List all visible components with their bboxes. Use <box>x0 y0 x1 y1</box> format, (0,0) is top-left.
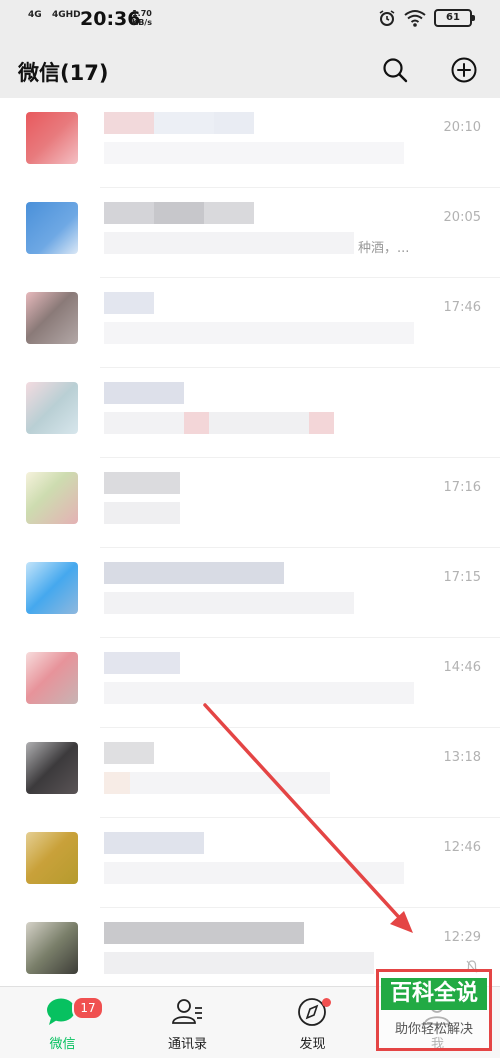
status-bar: 4G 4GHD 20:36 1.70 KB/s 61 <box>0 0 500 40</box>
chat-name-blurred <box>104 922 304 944</box>
network-speed-value: 1.70 <box>132 9 152 18</box>
avatar <box>26 832 78 884</box>
chat-time: 17:46 <box>443 300 481 315</box>
network-speed-unit: KB/s <box>132 18 152 27</box>
watermark-logo: 百科全说 助你轻松解决 <box>376 969 492 1051</box>
chat-preview-blurred <box>104 682 414 704</box>
tab-chats[interactable]: 17 微信 <box>0 987 125 1058</box>
page-title: 微信(17) <box>18 61 109 85</box>
chat-time: 14:46 <box>443 660 481 675</box>
battery-indicator: 61 <box>434 9 475 27</box>
tab-discover[interactable]: 发现 <box>250 987 375 1058</box>
avatar <box>26 562 78 614</box>
avatar <box>26 202 78 254</box>
chat-preview-blurred <box>104 502 414 524</box>
search-icon[interactable] <box>382 57 408 83</box>
chat-list: 20:10 种酒，... 20:05 17:46 17:16 17:15 14:… <box>0 98 500 998</box>
chat-preview-blurred <box>104 952 414 974</box>
chat-preview-blurred <box>104 142 414 164</box>
chat-name-blurred <box>104 202 304 224</box>
chat-preview-blurred <box>104 862 414 884</box>
chat-row[interactable]: 种酒，... 20:05 <box>0 188 500 278</box>
chat-name-blurred <box>104 472 304 494</box>
chat-row[interactable] <box>0 368 500 458</box>
chat-row[interactable]: 12:46 <box>0 818 500 908</box>
chat-name-blurred <box>104 652 304 674</box>
tab-label: 发现 <box>299 1037 326 1052</box>
app-header: 微信(17) <box>0 40 500 98</box>
tab-contacts[interactable]: 通讯录 <box>125 987 250 1058</box>
chat-time: 12:46 <box>443 840 481 855</box>
chat-time: 20:05 <box>443 210 481 225</box>
signal-indicator-1: 4G <box>28 10 42 20</box>
avatar <box>26 112 78 164</box>
chat-time: 17:16 <box>443 480 481 495</box>
chat-preview-blurred <box>104 772 414 794</box>
chat-time: 20:10 <box>443 120 481 135</box>
plus-circle-icon[interactable] <box>451 57 477 83</box>
chat-preview-blurred <box>104 592 414 614</box>
unread-badge: 17 <box>72 996 104 1020</box>
chat-name-blurred <box>104 562 304 584</box>
chat-row[interactable]: 17:46 <box>0 278 500 368</box>
status-right: 61 <box>378 9 475 27</box>
signal-indicator-2: 4GHD <box>52 10 81 20</box>
tab-label: 通讯录 <box>167 1037 207 1052</box>
chat-preview-blurred <box>104 412 414 434</box>
chat-name-blurred <box>104 832 304 854</box>
avatar <box>26 742 78 794</box>
avatar <box>26 922 78 974</box>
chat-name-blurred <box>104 382 304 404</box>
watermark-title: 百科全说 <box>381 978 487 1010</box>
network-speed: 1.70 KB/s <box>132 9 152 27</box>
chat-name-blurred <box>104 112 304 134</box>
chat-row[interactable]: 17:16 <box>0 458 500 548</box>
chat-row[interactable]: 13:18 <box>0 728 500 818</box>
wifi-icon <box>404 10 426 27</box>
avatar <box>26 472 78 524</box>
chat-time: 17:15 <box>443 570 481 585</box>
contacts-icon <box>172 999 202 1024</box>
alarm-icon <box>379 10 395 26</box>
tab-label: 微信 <box>49 1037 76 1052</box>
chat-preview-blurred <box>104 322 414 344</box>
chat-row[interactable]: 17:15 <box>0 548 500 638</box>
chat-time: 13:18 <box>443 750 481 765</box>
avatar <box>26 292 78 344</box>
avatar <box>26 652 78 704</box>
chat-row[interactable]: 20:10 <box>0 98 500 188</box>
new-dot <box>322 998 331 1007</box>
chat-name-blurred <box>104 292 304 314</box>
watermark-subtitle: 助你轻松解决 <box>394 1022 473 1037</box>
chat-row[interactable]: 14:46 <box>0 638 500 728</box>
chat-preview-text: 种酒，... <box>358 241 410 256</box>
chat-name-blurred <box>104 742 304 764</box>
avatar <box>26 382 78 434</box>
chat-time: 12:29 <box>443 930 481 945</box>
